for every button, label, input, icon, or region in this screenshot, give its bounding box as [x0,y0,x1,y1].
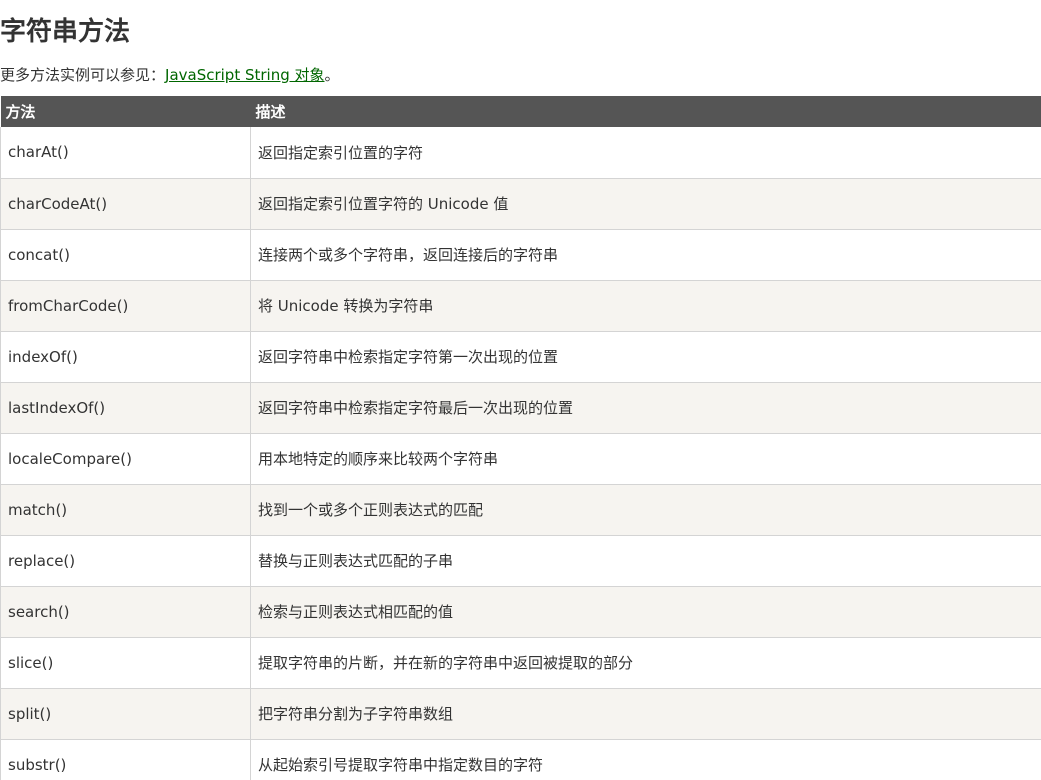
method-cell: search() [0,586,251,638]
intro-suffix: 。 [324,66,340,84]
table-row: fromCharCode() 将 Unicode 转换为字符串 [0,280,1041,332]
table-row: slice() 提取字符串的片断，并在新的字符串中返回被提取的部分 [0,637,1041,689]
description-cell: 检索与正则表达式相匹配的值 [250,586,1041,638]
description-cell: 替换与正则表达式匹配的子串 [250,535,1041,587]
method-cell: localeCompare() [0,433,251,485]
intro-text: 更多方法实例可以参见： [0,66,166,84]
description-cell: 返回指定索引位置字符的 Unicode 值 [250,178,1041,230]
javascript-string-object-link[interactable]: JavaScript String 对象 [165,66,325,84]
method-cell: split() [0,688,251,740]
table-row: lastIndexOf() 返回字符串中检索指定字符最后一次出现的位置 [0,382,1041,434]
table-row: charCodeAt() 返回指定索引位置字符的 Unicode 值 [0,178,1041,230]
method-cell: replace() [0,535,251,587]
method-cell: concat() [0,229,251,281]
description-cell: 把字符串分割为子字符串数组 [250,688,1041,740]
table-row: match() 找到一个或多个正则表达式的匹配 [0,484,1041,536]
column-header-description: 描述 [250,96,1041,127]
table-row: replace() 替换与正则表达式匹配的子串 [0,535,1041,587]
table-row: search() 检索与正则表达式相匹配的值 [0,586,1041,638]
table-row: indexOf() 返回字符串中检索指定字符第一次出现的位置 [0,331,1041,383]
method-cell: charCodeAt() [0,178,251,230]
table-row: charAt() 返回指定索引位置的字符 [0,127,1041,179]
table-row: localeCompare() 用本地特定的顺序来比较两个字符串 [0,433,1041,485]
string-methods-table: 方法 描述 charAt() 返回指定索引位置的字符 charCodeAt() … [0,96,1041,780]
page: 字符串方法 更多方法实例可以参见：JavaScript String 对象。 方… [0,0,1041,780]
description-cell: 用本地特定的顺序来比较两个字符串 [250,433,1041,485]
page-title: 字符串方法 [0,17,131,47]
description-cell: 连接两个或多个字符串，返回连接后的字符串 [250,229,1041,281]
method-cell: substr() [0,739,251,780]
column-header-method: 方法 [0,96,251,127]
description-cell: 从起始索引号提取字符串中指定数目的字符 [250,739,1041,780]
table-row: substr() 从起始索引号提取字符串中指定数目的字符 [0,739,1041,780]
method-cell: indexOf() [0,331,251,383]
description-cell: 返回字符串中检索指定字符第一次出现的位置 [250,331,1041,383]
description-cell: 提取字符串的片断，并在新的字符串中返回被提取的部分 [250,637,1041,689]
method-cell: fromCharCode() [0,280,251,332]
description-cell: 返回指定索引位置的字符 [250,127,1041,179]
method-cell: match() [0,484,251,536]
method-cell: slice() [0,637,251,689]
table-header-row: 方法 描述 [0,96,1041,127]
description-cell: 返回字符串中检索指定字符最后一次出现的位置 [250,382,1041,434]
description-cell: 将 Unicode 转换为字符串 [250,280,1041,332]
method-cell: charAt() [0,127,251,179]
table-row: split() 把字符串分割为子字符串数组 [0,688,1041,740]
description-cell: 找到一个或多个正则表达式的匹配 [250,484,1041,536]
method-cell: lastIndexOf() [0,382,251,434]
table-row: concat() 连接两个或多个字符串，返回连接后的字符串 [0,229,1041,281]
intro-paragraph: 更多方法实例可以参见：JavaScript String 对象。 [0,64,340,86]
